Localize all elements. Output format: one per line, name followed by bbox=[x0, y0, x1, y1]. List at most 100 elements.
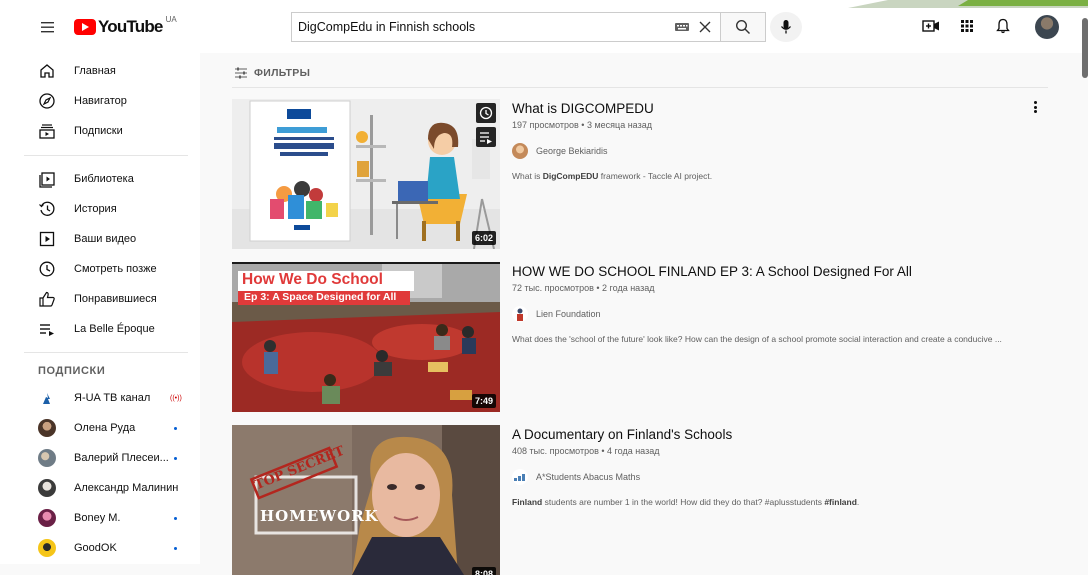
sidebar-item-subscriptions[interactable]: Подписки bbox=[0, 116, 200, 146]
filter-icon bbox=[235, 67, 247, 79]
sidebar-item-label: Библиотека bbox=[74, 173, 134, 185]
sidebar-item-library[interactable]: Библиотека bbox=[0, 164, 200, 194]
description-text: . bbox=[856, 497, 860, 507]
video-duration: 7:49 bbox=[471, 394, 496, 408]
thumbnail-subtitle-overlay: Ep 3: A Space Designed for All bbox=[244, 291, 397, 303]
video-result[interactable]: How We Do School Ep 3: A Space Designed … bbox=[232, 262, 1048, 412]
subscriptions-section-title: ПОДПИСКИ bbox=[38, 365, 106, 377]
thumbnail-image bbox=[232, 425, 500, 575]
close-icon[interactable] bbox=[698, 20, 712, 34]
description-highlight: DigCompEDU bbox=[542, 171, 599, 181]
search-box[interactable]: DigCompEdu in Finnish schools bbox=[291, 12, 721, 42]
description-text: What is bbox=[512, 171, 543, 181]
sidebar-item-watch-later[interactable]: Смотреть позже bbox=[0, 254, 200, 284]
subscription-item[interactable]: Валерий Плесеи... bbox=[0, 443, 200, 473]
sidebar-item-history[interactable]: История bbox=[0, 194, 200, 224]
clock-icon bbox=[479, 106, 493, 120]
keyboard-icon[interactable] bbox=[674, 20, 690, 34]
search-input[interactable]: DigCompEdu in Finnish schools bbox=[292, 20, 674, 34]
sidebar-item-playlist[interactable]: La Belle Époque bbox=[0, 314, 200, 344]
channel-avatar bbox=[38, 419, 56, 437]
video-thumbnail[interactable]: TOP SECRET HOMEWORK 8:08 bbox=[232, 425, 500, 575]
video-result[interactable]: 6:02 What is DIGCOMPEDU 197 просмотров •… bbox=[232, 99, 1048, 249]
video-thumbnail[interactable]: How We Do School Ep 3: A Space Designed … bbox=[232, 262, 500, 412]
queue-icon bbox=[480, 132, 492, 144]
account-avatar[interactable] bbox=[1035, 15, 1059, 39]
subscription-item[interactable]: GoodOK bbox=[0, 533, 200, 563]
channel-name[interactable]: A*Students Abacus Maths bbox=[536, 472, 640, 482]
channel-info[interactable]: George Bekiaridis bbox=[512, 142, 608, 160]
sidebar-divider bbox=[24, 352, 188, 353]
subscription-item[interactable]: Александр Малинин bbox=[0, 473, 200, 503]
sidebar-item-label: Смотреть позже bbox=[74, 263, 157, 275]
more-dot bbox=[1033, 105, 1037, 109]
video-duration: 8:08 bbox=[471, 567, 496, 575]
channel-info[interactable]: Lien Foundation bbox=[512, 305, 601, 323]
sidebar-item-liked[interactable]: Понравившиеся bbox=[0, 284, 200, 314]
channel-name[interactable]: Lien Foundation bbox=[536, 309, 601, 319]
channel-name[interactable]: George Bekiaridis bbox=[536, 146, 608, 156]
filters-divider bbox=[232, 87, 1048, 88]
subscriptions-icon bbox=[39, 124, 55, 139]
like-icon bbox=[39, 291, 55, 307]
library-icon bbox=[39, 172, 55, 188]
filters-button[interactable]: ФИЛЬТРЫ bbox=[234, 66, 310, 80]
search-icon bbox=[735, 19, 750, 34]
video-metadata: 72 тыс. просмотров • 2 года назад bbox=[512, 283, 655, 293]
video-duration: 6:02 bbox=[471, 231, 496, 245]
more-actions-button[interactable] bbox=[1030, 99, 1040, 115]
filters-label: ФИЛЬТРЫ bbox=[254, 67, 311, 79]
home-icon bbox=[40, 64, 54, 78]
watch-later-button[interactable] bbox=[476, 103, 496, 123]
compass-icon bbox=[39, 93, 55, 109]
sidebar-item-home[interactable]: Главная bbox=[0, 56, 200, 86]
playlist-icon bbox=[40, 324, 54, 336]
channel-avatar[interactable] bbox=[512, 306, 528, 322]
more-dot bbox=[1033, 110, 1037, 113]
bell-icon bbox=[996, 18, 1010, 34]
description-text: students are number 1 in the world! How … bbox=[542, 497, 825, 507]
video-title[interactable]: HOW WE DO SCHOOL FINLAND EP 3: A School … bbox=[512, 264, 912, 279]
description-highlight: Finland bbox=[512, 497, 543, 507]
add-to-queue-button[interactable] bbox=[476, 127, 496, 147]
subscription-item[interactable]: Я-UA ТВ канал ((•)) bbox=[0, 383, 200, 413]
voice-search-button[interactable] bbox=[770, 12, 802, 42]
channel-info[interactable]: A*Students Abacus Maths bbox=[512, 468, 640, 486]
search-results: ФИЛЬТРЫ 6:02 What is DIGCOMPEDU 197 прос… bbox=[200, 53, 1088, 575]
new-content-dot bbox=[174, 546, 177, 550]
notifications-button[interactable] bbox=[993, 16, 1013, 36]
sidebar: Главная Навигатор Подписки Библиотека Ис… bbox=[0, 53, 200, 564]
subscription-item[interactable]: Олена Руда bbox=[0, 413, 200, 443]
sidebar-item-your-videos[interactable]: Ваши видео bbox=[0, 224, 200, 254]
apps-button[interactable] bbox=[957, 16, 977, 36]
channel-avatar bbox=[38, 479, 56, 497]
video-thumbnail[interactable]: 6:02 bbox=[232, 99, 500, 249]
channel-avatar[interactable] bbox=[512, 143, 528, 159]
video-description: What is DigCompEDU framework - Taccle AI… bbox=[512, 170, 1022, 183]
video-title[interactable]: What is DIGCOMPEDU bbox=[512, 101, 654, 116]
sidebar-item-explore[interactable]: Навигатор bbox=[0, 86, 200, 116]
video-description: Finland students are number 1 in the wor… bbox=[512, 496, 1022, 509]
guide-menu-button[interactable] bbox=[38, 17, 58, 37]
create-video-button[interactable] bbox=[921, 16, 941, 36]
sidebar-item-label: Навигатор bbox=[74, 95, 127, 107]
logo-region-code: UA bbox=[165, 14, 177, 24]
video-description: What does the 'school of the future' loo… bbox=[512, 334, 1002, 344]
thumbnail-title-overlay: How We Do School bbox=[242, 271, 383, 288]
youtube-logo[interactable]: YouTube UA bbox=[74, 14, 177, 38]
video-result[interactable]: TOP SECRET HOMEWORK 8:08 A Documentary o… bbox=[232, 425, 1048, 575]
description-text: framework - Taccle AI project. bbox=[598, 171, 713, 181]
sidebar-divider bbox=[24, 155, 188, 156]
thumbnail-image bbox=[232, 99, 500, 249]
subscription-item[interactable]: Boney M. bbox=[0, 503, 200, 533]
microphone-icon bbox=[780, 20, 792, 34]
video-metadata: 197 просмотров • 3 месяца назад bbox=[512, 120, 652, 130]
youtube-play-icon bbox=[74, 19, 96, 35]
channel-avatar[interactable] bbox=[512, 469, 528, 485]
sidebar-item-label: La Belle Époque bbox=[74, 323, 155, 335]
sidebar-item-label: Ваши видео bbox=[74, 233, 137, 245]
masthead: YouTube UA DigCompEdu in Finnish schools bbox=[0, 0, 1088, 78]
sidebar-item-label: Понравившиеся bbox=[74, 293, 157, 305]
search-button[interactable] bbox=[720, 12, 766, 42]
video-title[interactable]: A Documentary on Finland's Schools bbox=[512, 427, 732, 442]
